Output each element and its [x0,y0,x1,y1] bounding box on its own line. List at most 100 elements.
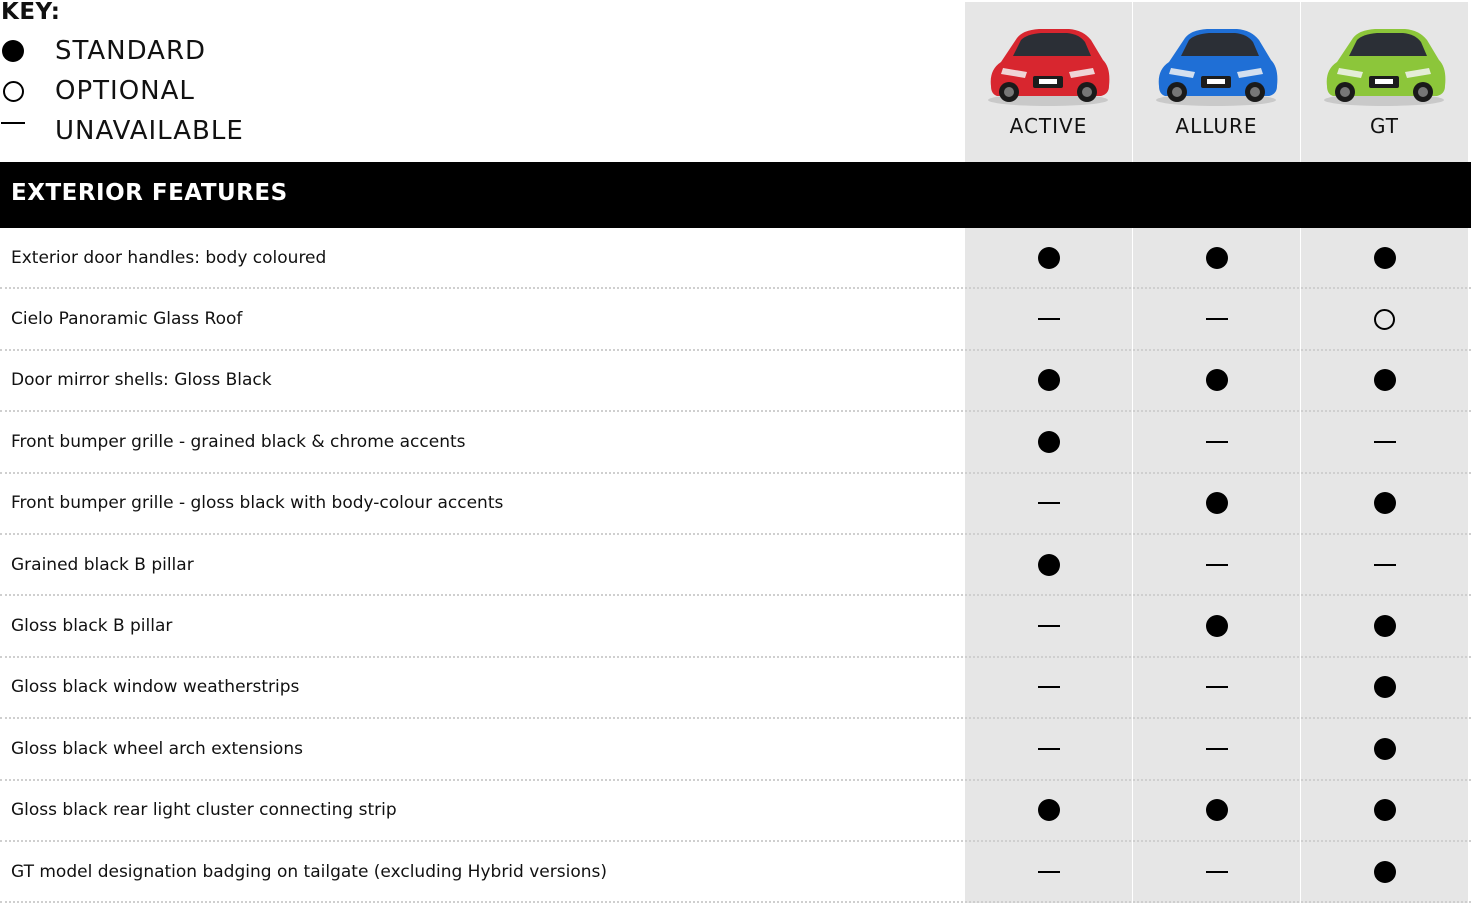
car-image-gt [1324,29,1446,106]
availability-cell-gt [1301,351,1468,410]
dash-icon [1373,440,1396,443]
section-header: EXTERIOR FEATURES [0,162,1471,228]
filled-circle-icon [1205,369,1228,392]
feature-label: Door mirror shells: Gloss Black [11,370,272,391]
availability-cell-allure [1133,474,1300,533]
availability-cell-gt [1301,719,1468,778]
key-label: OPTIONAL [55,76,195,106]
availability-cell-allure [1133,412,1300,471]
key-label: UNAVAILABLE [55,116,244,146]
feature-label: GT model designation badging on tailgate… [11,861,607,882]
table-row: Gloss black wheel arch extensions [0,719,1471,781]
availability-cell-gt [1301,842,1468,901]
dash-icon [1,122,25,124]
filled-circle-icon [1205,246,1228,269]
key-item-standard: STANDARD [0,33,205,69]
feature-label: Gloss black window weatherstrips [11,677,300,698]
availability-cell-allure [1133,658,1300,717]
dash-icon [1205,686,1228,689]
feature-label: Gloss black rear light cluster connectin… [11,800,397,821]
availability-cell-allure [1133,781,1300,840]
trim-label-allure: ALLURE [1175,114,1258,138]
table-row: Grained black B pillar [0,535,1471,597]
trim-label-active: ACTIVE [1009,114,1088,138]
availability-cell-allure [1133,289,1300,348]
availability-cell-active [965,535,1132,594]
filled-circle-icon [1373,246,1396,269]
availability-cell-active [965,658,1132,717]
feature-label: Gloss black B pillar [11,616,173,637]
table-row: Front bumper grille - grained black & ch… [0,412,1471,474]
feature-label: Front bumper grille - grained black & ch… [11,431,466,452]
feature-label: Gloss black wheel arch extensions [11,738,303,759]
dash-icon [1205,318,1228,321]
filled-circle-icon [1373,615,1396,638]
feature-label: Cielo Panoramic Glass Roof [11,309,243,330]
table-row: Gloss black window weatherstrips [0,658,1471,720]
availability-cell-gt [1301,535,1468,594]
feature-label: Front bumper grille - gloss black with b… [11,493,504,514]
availability-cell-active [965,719,1132,778]
feature-table: Exterior door handles: body coloured Ciel… [0,228,1471,903]
filled-circle-icon [1373,737,1396,760]
filled-circle-icon [1037,246,1060,269]
availability-cell-active [965,842,1132,901]
filled-circle-icon [1037,430,1060,453]
key-item-optional: OPTIONAL [0,73,194,109]
dash-icon [1373,563,1396,566]
open-circle-icon [1374,308,1395,330]
filled-circle-icon [1373,492,1396,515]
table-row: Gloss black B pillar [0,596,1471,658]
dash-icon [1205,563,1228,566]
filled-circle-icon [1037,799,1060,822]
feature-label: Grained black B pillar [11,554,194,575]
filled-circle-icon [1037,369,1060,392]
open-circle-icon [2,80,24,102]
table-row: Front bumper grille - gloss black with b… [0,474,1471,535]
dash-icon [1037,625,1060,628]
key-label: STANDARD [55,36,207,66]
availability-cell-gt [1301,781,1468,840]
availability-cell-allure [1133,596,1300,655]
availability-cell-gt [1301,596,1468,655]
availability-cell-active [965,781,1132,840]
availability-cell-allure [1133,351,1300,410]
availability-cell-gt [1301,474,1468,533]
car-image-active [988,29,1110,106]
table-row: GT model designation badging on tailgate… [0,842,1471,903]
dash-icon [1037,870,1060,873]
table-row: Exterior door handles: body coloured [0,228,1471,290]
availability-cell-active [965,351,1132,410]
filled-circle-icon [1373,860,1396,883]
availability-cell-active [965,289,1132,348]
dash-icon [1037,686,1060,689]
availability-cell-gt [1301,289,1468,348]
availability-cell-active [965,474,1132,533]
filled-circle-icon [1373,799,1396,822]
filled-circle-icon [1205,799,1228,822]
dash-icon [1205,870,1228,873]
filled-circle-icon [1205,492,1228,515]
availability-cell-allure [1133,228,1300,287]
table-row: Cielo Panoramic Glass Roof [0,289,1471,351]
dash-icon [1205,440,1228,443]
table-row: Gloss black rear light cluster connectin… [0,781,1471,842]
key-item-unavailable: UNAVAILABLE [0,113,243,149]
filled-circle-icon [1373,369,1396,392]
filled-circle-icon [1205,615,1228,638]
availability-cell-allure [1133,842,1300,901]
availability-cell-active [965,412,1132,471]
filled-circle-icon [1373,676,1396,699]
availability-cell-allure [1133,719,1300,778]
section-title: EXTERIOR FEATURES [11,180,288,206]
car-image-allure [1156,29,1278,106]
filled-circle-icon [1037,553,1060,576]
availability-cell-active [965,596,1132,655]
availability-cell-gt [1301,412,1468,471]
dash-icon [1037,318,1060,321]
availability-cell-allure [1133,535,1300,594]
availability-cell-active [965,228,1132,287]
key-title: KEY: [1,0,61,25]
table-row: Door mirror shells: Gloss Black [0,351,1471,413]
filled-circle-icon [2,40,24,62]
